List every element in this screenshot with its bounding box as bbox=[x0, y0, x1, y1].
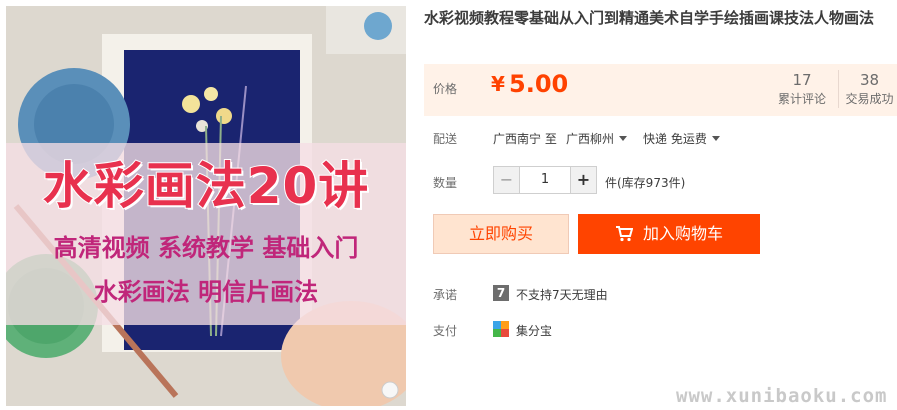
banner-title: 水彩画法20讲 bbox=[42, 156, 370, 216]
reviews-label: 累计评论 bbox=[777, 92, 826, 106]
stock-info: 件(库存973件) bbox=[605, 176, 686, 190]
shipping-label: 配送 bbox=[433, 132, 458, 146]
sales-stat: 38 交易成功 bbox=[838, 70, 897, 108]
ship-from: 广西南宁 至 bbox=[493, 132, 557, 146]
ship-to-select[interactable]: 广西柳州 bbox=[566, 130, 628, 147]
banner-subtitle-1: 高清视频 系统教学 基础入门 bbox=[53, 234, 359, 262]
product-image[interactable]: 水彩画法20讲 高清视频 系统教学 基础入门 水彩画法 明信片画法 bbox=[6, 6, 406, 406]
promise-label: 承诺 bbox=[433, 288, 458, 302]
add-to-cart-button[interactable]: 加入购物车 bbox=[578, 214, 760, 254]
promise-text[interactable]: 不支持7天无理由 bbox=[516, 286, 608, 303]
product-title: 水彩视频教程零基础从入门到精通美术自学手绘插画课技法人物画法 bbox=[424, 9, 875, 27]
sales-count: 38 bbox=[859, 71, 880, 89]
caret-down-icon bbox=[619, 136, 628, 141]
ship-to-value: 广西柳州 bbox=[566, 132, 615, 146]
banner-subtitle-2: 水彩画法 明信片画法 bbox=[93, 278, 319, 306]
decrease-button[interactable]: − bbox=[494, 167, 520, 193]
quantity-input[interactable] bbox=[520, 167, 570, 193]
reviews-count: 17 bbox=[792, 71, 812, 89]
ship-method-value: 快递 免运费 bbox=[643, 132, 707, 146]
promise-7day-icon: 7 bbox=[493, 285, 509, 301]
watermark: www.xunibaoku.com bbox=[676, 385, 888, 407]
quantity-stepper: − + bbox=[493, 166, 597, 194]
sales-label: 交易成功 bbox=[845, 92, 894, 106]
jifenbao-icon bbox=[493, 321, 509, 337]
payment-method[interactable]: 集分宝 bbox=[516, 322, 552, 339]
quantity-label: 数量 bbox=[433, 176, 458, 190]
add-to-cart-label: 加入购物车 bbox=[642, 224, 723, 243]
price-panel: 价格 ¥ 5.00 17 累计评论 38 交易成功 bbox=[424, 64, 897, 116]
reviews-stat[interactable]: 17 累计评论 bbox=[771, 70, 833, 108]
increase-button[interactable]: + bbox=[570, 167, 596, 193]
price-value: 5.00 bbox=[509, 70, 569, 98]
payment-label: 支付 bbox=[433, 324, 458, 338]
buy-now-button[interactable]: 立即购买 bbox=[433, 214, 569, 254]
ship-method-select[interactable]: 快递 免运费 bbox=[643, 130, 720, 147]
price-label: 价格 bbox=[433, 82, 458, 96]
caret-down-icon bbox=[711, 136, 720, 141]
currency-symbol: ¥ bbox=[491, 72, 505, 96]
cart-icon bbox=[615, 217, 634, 257]
